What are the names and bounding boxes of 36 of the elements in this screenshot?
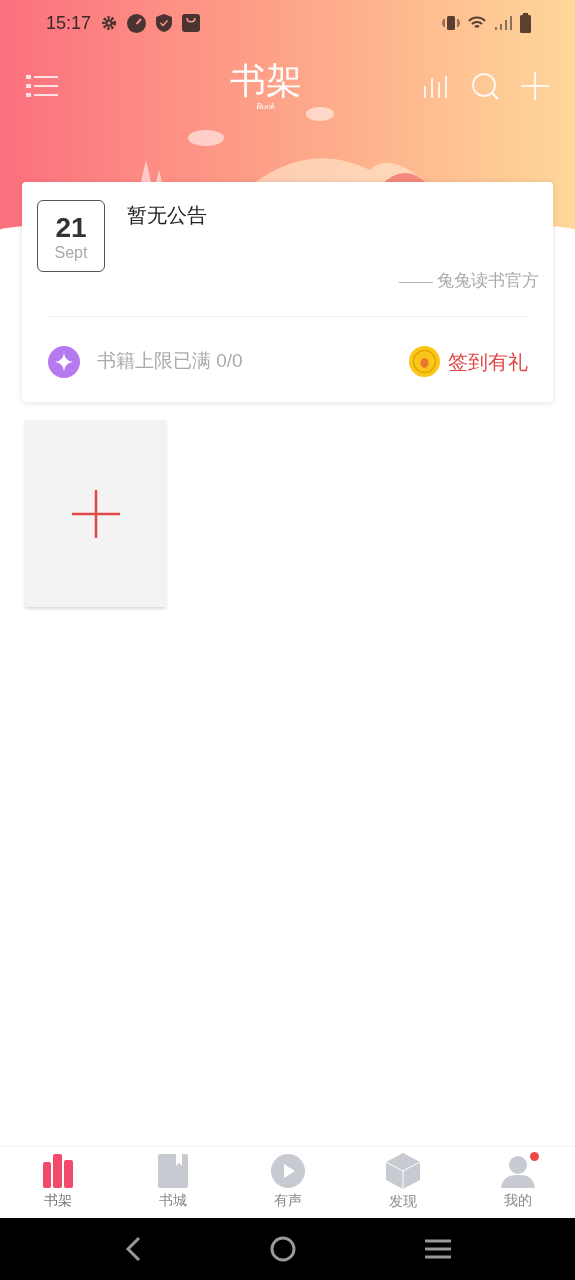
tab[interactable]: 书城 [115, 1147, 230, 1218]
tab[interactable]: 发现 [345, 1147, 460, 1218]
chart-icon[interactable] [423, 74, 449, 98]
book-limit-text: 书籍上限已满 0/0 [97, 349, 243, 374]
bag-icon [182, 14, 201, 32]
gear-icon [101, 15, 118, 31]
tab[interactable]: 书架 [0, 1147, 115, 1218]
menu-icon[interactable] [424, 1238, 451, 1260]
coin-icon [409, 346, 440, 377]
user-icon [500, 1154, 535, 1188]
signal-icon [494, 15, 512, 31]
wifi-icon [468, 15, 486, 31]
plus-icon [71, 489, 120, 538]
status-time: 15:17 [46, 11, 92, 35]
book-icon [157, 1154, 188, 1188]
notice-text: 暂无公告 [127, 203, 207, 228]
check-in-link[interactable]: 签到有礼 [409, 346, 528, 377]
back-icon[interactable] [124, 1236, 141, 1262]
tab[interactable]: 我的 [460, 1147, 575, 1218]
books-icon [40, 1154, 75, 1188]
add-book-tile[interactable] [25, 420, 166, 607]
play-icon [270, 1154, 305, 1188]
page-title: 书架 [229, 61, 302, 101]
tab[interactable]: 有声 [230, 1147, 345, 1218]
cube-icon [385, 1153, 420, 1189]
calendar-month: Sept [54, 243, 88, 263]
shield-icon [156, 14, 173, 32]
gauge-icon [127, 13, 147, 33]
battery-icon [520, 13, 531, 33]
notice-signature: —— 兔兔读书官方 [398, 270, 539, 292]
plus-icon[interactable] [521, 72, 549, 100]
home-icon[interactable] [269, 1236, 296, 1262]
page-subtitle: Book [256, 101, 275, 111]
vibrate-icon [442, 15, 460, 31]
search-icon[interactable] [471, 72, 499, 100]
calendar-day: 21 [55, 213, 87, 243]
